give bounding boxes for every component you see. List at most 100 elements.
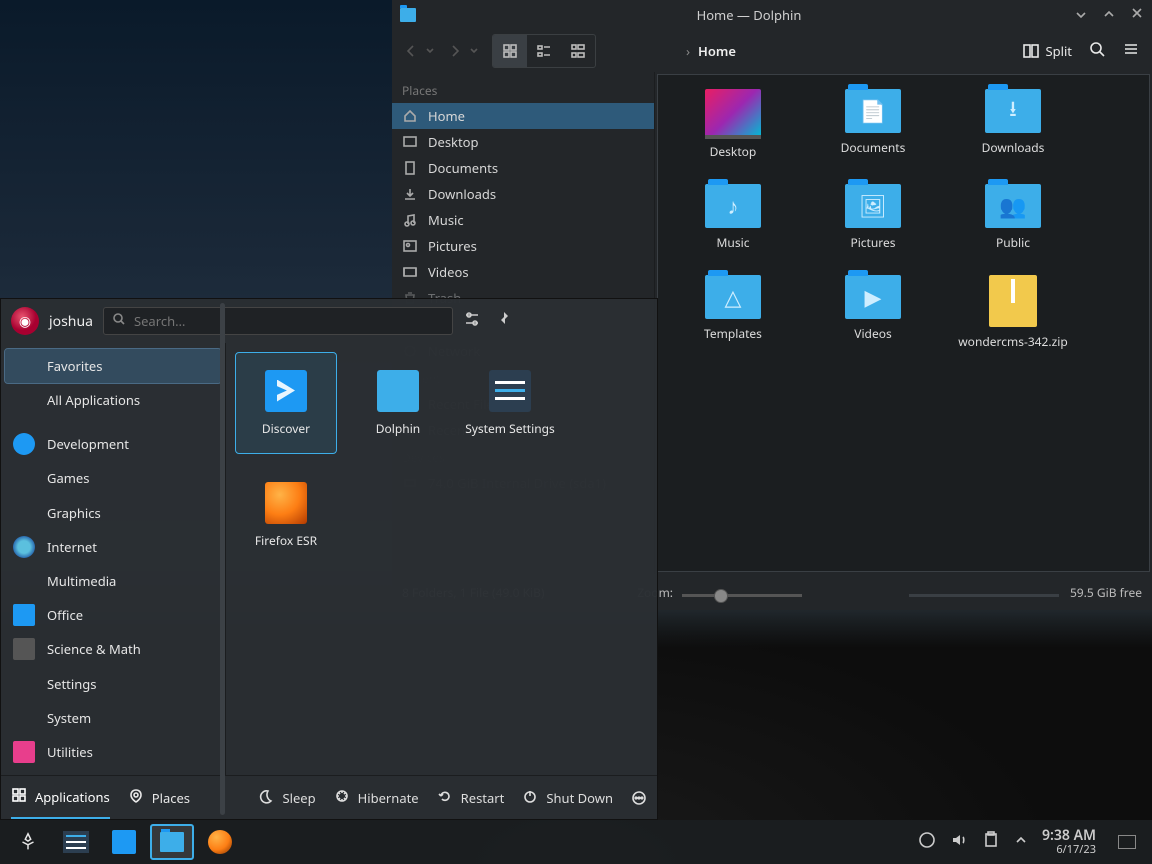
folder-icon: △ bbox=[705, 275, 761, 319]
file-item[interactable]: ♪Music bbox=[678, 184, 788, 251]
places-home[interactable]: Home bbox=[392, 103, 654, 129]
file-name: Templates bbox=[704, 325, 762, 342]
category-icon bbox=[13, 707, 35, 729]
places-videos[interactable]: Videos bbox=[392, 259, 654, 285]
category-office[interactable]: Office bbox=[5, 598, 221, 632]
hamburger-menu-icon[interactable] bbox=[1122, 40, 1140, 62]
search-icon[interactable] bbox=[1088, 40, 1106, 62]
file-item[interactable]: △ Templates bbox=[678, 275, 788, 350]
task-discover[interactable] bbox=[102, 824, 146, 860]
places-documents[interactable]: Documents bbox=[392, 155, 654, 181]
compact-view-button[interactable] bbox=[527, 35, 561, 67]
forward-history-button[interactable] bbox=[466, 34, 482, 68]
category-graphics[interactable]: Graphics bbox=[5, 496, 221, 530]
split-button[interactable]: Split bbox=[1023, 42, 1072, 60]
file-item[interactable]: wondercms-342.zip bbox=[958, 275, 1068, 350]
category-label: Multimedia bbox=[47, 572, 116, 590]
pin-icon[interactable] bbox=[495, 310, 513, 332]
free-space-text: 59.5 GiB free bbox=[1070, 584, 1142, 601]
places-desktop[interactable]: Desktop bbox=[392, 129, 654, 155]
home-icon bbox=[402, 109, 418, 123]
user-avatar[interactable]: ◉ bbox=[11, 307, 39, 335]
action-shut-down[interactable]: Shut Down bbox=[522, 788, 613, 808]
category-all-applications[interactable]: All Applications bbox=[5, 383, 221, 417]
zoom-slider[interactable] bbox=[682, 594, 802, 597]
clipboard-icon[interactable] bbox=[982, 831, 1000, 853]
minimize-icon[interactable] bbox=[1074, 6, 1088, 24]
category-icon bbox=[13, 570, 35, 592]
app-launcher: ◉ joshua FavoritesAll ApplicationsDevelo… bbox=[0, 298, 658, 820]
file-item[interactable]: 👥Public bbox=[958, 184, 1068, 251]
videos-icon bbox=[402, 265, 418, 279]
keyboard-icon[interactable] bbox=[918, 831, 936, 853]
app-launcher-button[interactable] bbox=[6, 824, 50, 860]
category-development[interactable]: Development bbox=[5, 427, 221, 461]
desktop-icon bbox=[402, 135, 418, 149]
category-icon bbox=[13, 638, 35, 660]
icons-view-button[interactable] bbox=[493, 35, 527, 67]
breadcrumb[interactable]: › Home bbox=[606, 42, 1019, 60]
scrollbar[interactable] bbox=[220, 343, 225, 775]
forward-button[interactable] bbox=[442, 34, 468, 68]
category-label: Graphics bbox=[47, 504, 101, 522]
folder-icon: 📄 bbox=[845, 89, 901, 133]
category-icon bbox=[13, 355, 35, 377]
window-title: Home — Dolphin bbox=[424, 6, 1074, 24]
category-games[interactable]: Games bbox=[5, 461, 221, 495]
category-science-math[interactable]: Science & Math bbox=[5, 632, 221, 666]
volume-icon[interactable] bbox=[950, 831, 968, 853]
toolbar: › Home Split bbox=[392, 30, 1152, 72]
app-label: Firefox ESR bbox=[255, 532, 317, 549]
category-label: Internet bbox=[47, 538, 97, 556]
places-downloads[interactable]: Downloads bbox=[392, 181, 654, 207]
file-item[interactable]: ⭳Downloads bbox=[958, 89, 1068, 160]
search-field[interactable] bbox=[103, 307, 453, 335]
file-item[interactable]: 📄Documents bbox=[818, 89, 928, 160]
action-hibernate[interactable]: Hibernate bbox=[334, 788, 419, 808]
search-input[interactable] bbox=[134, 312, 444, 330]
favorite-discover[interactable]: Discover bbox=[236, 353, 336, 453]
action-restart[interactable]: Restart bbox=[437, 788, 505, 808]
app-label: System Settings bbox=[465, 420, 555, 437]
settings-sliders-icon[interactable] bbox=[463, 310, 481, 332]
category-multimedia[interactable]: Multimedia bbox=[5, 564, 221, 598]
folder-icon: ⭳ bbox=[985, 89, 1041, 133]
category-settings[interactable]: Settings bbox=[5, 666, 221, 700]
action-icon bbox=[522, 788, 538, 808]
maximize-icon[interactable] bbox=[1102, 6, 1116, 24]
file-item[interactable]: 🖼Pictures bbox=[818, 184, 928, 251]
task-firefox[interactable] bbox=[198, 824, 242, 860]
places-music[interactable]: Music bbox=[392, 207, 654, 233]
places-section-label: Places bbox=[392, 76, 654, 103]
close-icon[interactable] bbox=[1130, 6, 1144, 24]
file-grid[interactable]: Desktop 📄Documents ⭳Downloads ♪Music 🖼Pictur… bbox=[657, 74, 1150, 572]
action-sleep[interactable]: Sleep bbox=[258, 788, 315, 808]
action-icon bbox=[258, 788, 274, 808]
category-utilities[interactable]: Utilities bbox=[5, 735, 221, 769]
more-actions-button[interactable] bbox=[631, 790, 647, 806]
back-button[interactable] bbox=[398, 34, 424, 68]
places-pictures[interactable]: Pictures bbox=[392, 233, 654, 259]
category-icon bbox=[13, 741, 35, 763]
clock[interactable]: 9:38 AM 6/17/23 bbox=[1042, 828, 1096, 857]
tray-expand-icon[interactable] bbox=[1014, 833, 1028, 851]
category-internet[interactable]: Internet bbox=[5, 530, 221, 564]
favorite-firefox-esr[interactable]: Firefox ESR bbox=[236, 465, 336, 565]
favorite-dolphin[interactable]: Dolphin bbox=[348, 353, 448, 453]
favorite-system-settings[interactable]: System Settings bbox=[460, 353, 560, 453]
details-view-button[interactable] bbox=[561, 35, 595, 67]
breadcrumb-home[interactable]: Home bbox=[698, 42, 736, 60]
zip-icon bbox=[989, 275, 1037, 327]
footer-tab-applications[interactable]: Applications bbox=[11, 776, 110, 819]
footer-tab-places[interactable]: Places bbox=[128, 776, 190, 819]
back-history-button[interactable] bbox=[422, 34, 438, 68]
file-item[interactable]: ▶Videos bbox=[818, 275, 928, 350]
file-item[interactable]: Desktop bbox=[678, 89, 788, 160]
task-systemsettings[interactable] bbox=[54, 824, 98, 860]
category-system[interactable]: System bbox=[5, 701, 221, 735]
launcher-footer: Applications Places Sleep Hibernate Restart S… bbox=[1, 775, 657, 819]
category-favorites[interactable]: Favorites bbox=[5, 349, 221, 383]
titlebar: Home — Dolphin bbox=[392, 0, 1152, 30]
task-dolphin[interactable] bbox=[150, 824, 194, 860]
show-desktop-button[interactable] bbox=[1118, 835, 1136, 849]
